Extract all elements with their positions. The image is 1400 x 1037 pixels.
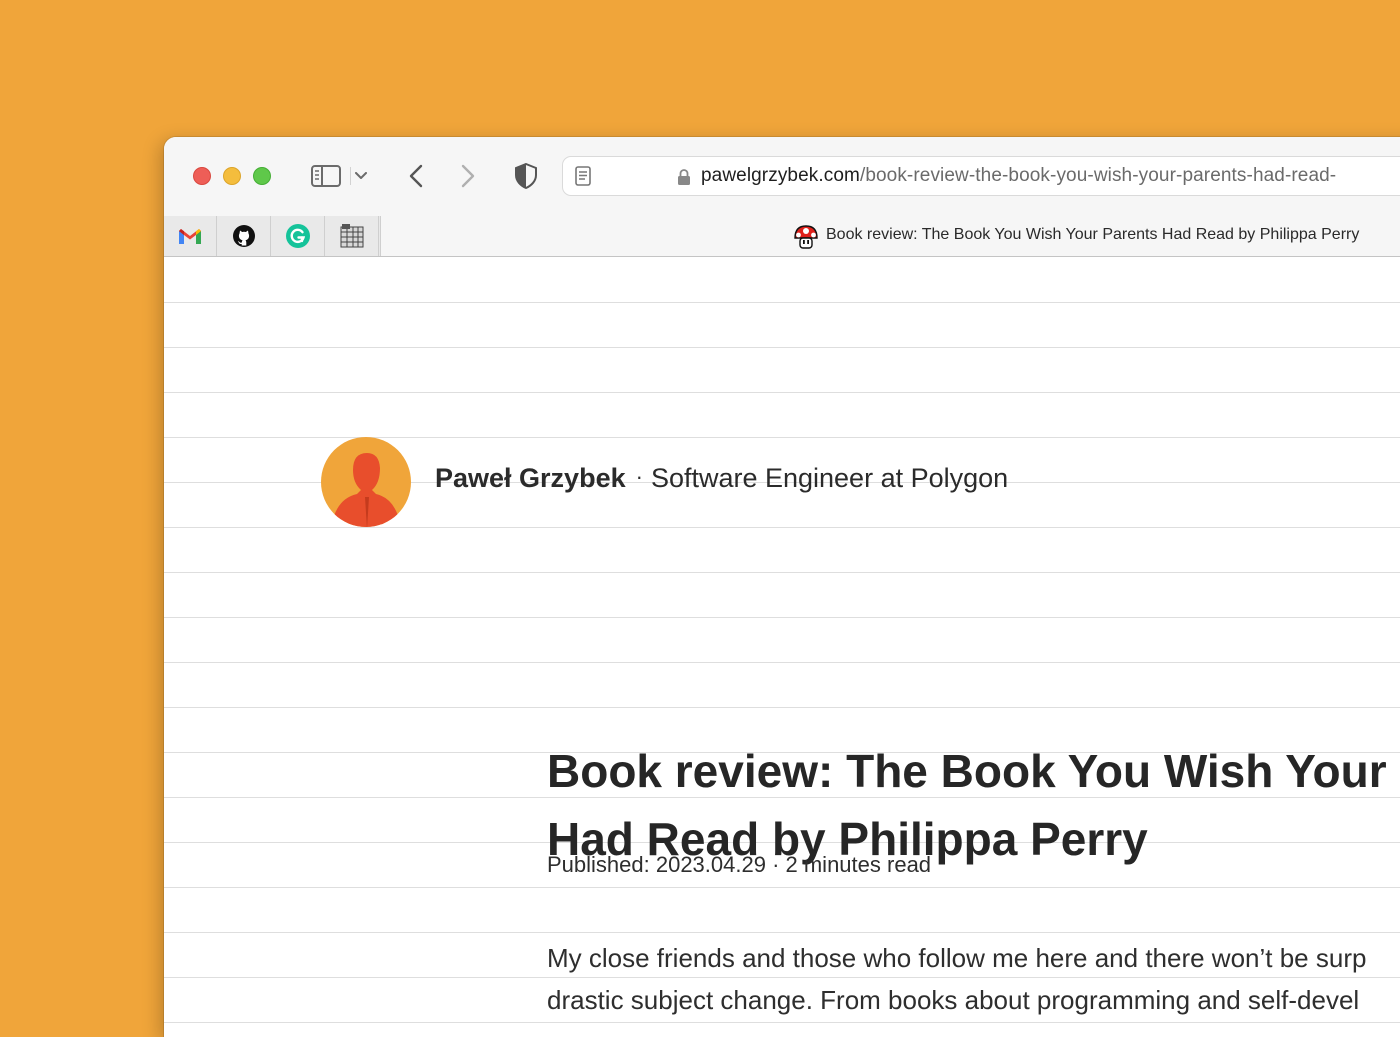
author-avatar[interactable] (321, 437, 411, 527)
chevron-left-icon (409, 164, 423, 188)
browser-window: pawelgrzybek.com/book-review-the-book-yo… (164, 137, 1400, 1037)
article-meta: Published: 2023.04.29 · 2 minutes read (547, 852, 932, 877)
spreadsheet-icon (340, 224, 364, 248)
active-tab[interactable]: Book review: The Book You Wish Your Pare… (380, 216, 1400, 256)
forward-button[interactable] (456, 161, 480, 191)
gmail-icon (179, 229, 201, 244)
author-name[interactable]: Paweł Grzybek (435, 463, 626, 493)
author-role: Software Engineer at Polygon (650, 463, 1009, 493)
chevron-right-icon (461, 164, 475, 188)
grammarly-icon (286, 224, 310, 248)
chevron-down-icon (355, 172, 367, 179)
author-separator: · (635, 464, 643, 489)
tab-title: Book review: The Book You Wish Your Pare… (826, 226, 1360, 243)
paragraph-line-2: drastic subject change. From books about… (547, 985, 1360, 1015)
article-title-line-1: Book review: The Book You Wish Your P (547, 744, 1400, 797)
pinned-tab-grammarly[interactable] (272, 216, 325, 256)
url-host: pawelgrzybek.com (701, 165, 860, 186)
pinned-tab-github[interactable] (218, 216, 271, 256)
url-path: /book-review-the-book-you-wish-your-pare… (859, 165, 1337, 186)
zoom-window-button[interactable] (253, 167, 271, 185)
article-intro-paragraph: My close friends and those who follow me… (547, 937, 1400, 1021)
back-button[interactable] (404, 161, 428, 191)
minimize-window-button[interactable] (223, 167, 241, 185)
toolbar-divider (350, 167, 351, 185)
browser-toolbar: pawelgrzybek.com/book-review-the-book-yo… (164, 137, 1400, 217)
pinned-tab-gmail[interactable] (164, 216, 217, 256)
sidebar-toggle-button[interactable] (310, 161, 342, 191)
shield-icon (515, 163, 537, 189)
lock-icon (677, 168, 691, 191)
tab-group-menu-button[interactable] (354, 161, 368, 191)
url-text: pawelgrzybek.com/book-review-the-book-yo… (701, 165, 1336, 187)
page-content: Paweł Grzybek · Software Engineer at Polyg… (164, 258, 1400, 1037)
github-icon (233, 225, 255, 247)
pinned-tab-spreadsheet[interactable] (326, 216, 379, 256)
sidebar-icon (311, 165, 341, 187)
paragraph-line-1: My close friends and those who follow me… (547, 943, 1367, 973)
mushroom-icon (793, 224, 819, 255)
privacy-report-button[interactable] (513, 161, 539, 191)
close-window-button[interactable] (193, 167, 211, 185)
tab-bar: Book review: The Book You Wish Your Pare… (164, 216, 1400, 257)
address-bar[interactable]: pawelgrzybek.com/book-review-the-book-yo… (562, 156, 1400, 196)
author-line: Paweł Grzybek · Software Engineer at Polyg… (435, 463, 1008, 494)
reader-mode-icon[interactable] (575, 166, 591, 191)
